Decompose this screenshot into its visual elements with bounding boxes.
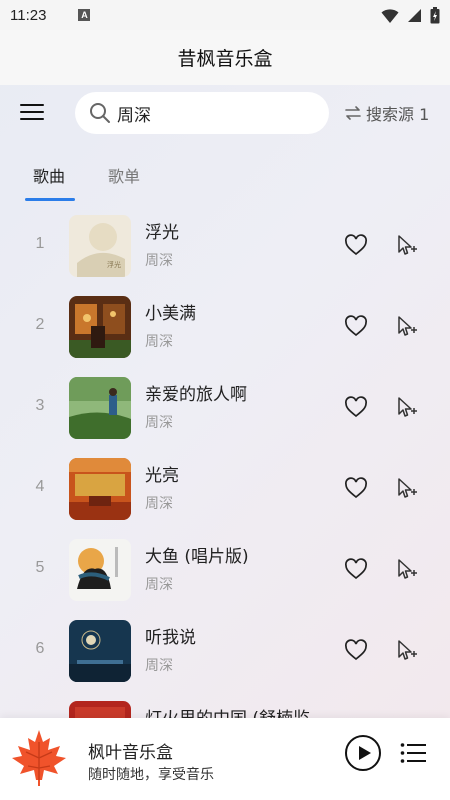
wifi-icon	[381, 8, 399, 23]
add-to-playlist-icon[interactable]	[395, 233, 419, 257]
player-title: 枫叶音乐盒	[88, 743, 173, 763]
heart-outline-icon[interactable]	[344, 315, 368, 337]
song-artist: 周深	[145, 334, 173, 350]
song-artist: 周深	[145, 415, 173, 431]
song-title: 光亮	[145, 466, 179, 486]
tab-songs[interactable]: 歌曲	[33, 163, 65, 187]
album-cover	[69, 377, 131, 439]
song-title: 听我说	[145, 628, 196, 648]
status-icons	[381, 7, 440, 24]
add-to-playlist-icon[interactable]	[395, 395, 419, 419]
heart-outline-icon[interactable]	[344, 558, 368, 580]
song-title: 亲爱的旅人啊	[145, 385, 247, 405]
play-circle-icon[interactable]	[344, 734, 382, 772]
song-index: 2	[35, 316, 45, 333]
song-title: 小美满	[145, 304, 196, 324]
song-title: 浮光	[145, 223, 179, 243]
status-time: 11:23	[10, 6, 47, 24]
search-input[interactable]	[117, 103, 307, 123]
song-row[interactable]: 4 光亮 周深	[0, 448, 450, 529]
search-source-label: 搜索源 1	[366, 105, 430, 124]
song-index: 3	[35, 397, 45, 414]
page-title: 昔枫音乐盒	[177, 48, 273, 70]
album-cover	[69, 296, 131, 358]
menu-button[interactable]	[20, 104, 44, 124]
search-box[interactable]	[75, 92, 329, 134]
status-bar: 11:23 A	[0, 0, 450, 30]
add-to-playlist-icon[interactable]	[395, 557, 419, 581]
song-index: 6	[35, 640, 45, 657]
song-row[interactable]: 2 小美满 周深	[0, 286, 450, 367]
mini-player[interactable]: 枫叶音乐盒 随时随地，享受音乐	[0, 718, 450, 800]
notification-icon: A	[78, 9, 91, 21]
swap-icon	[345, 106, 361, 120]
song-index: 5	[35, 559, 45, 576]
search-icon	[90, 103, 110, 123]
hamburger-icon	[20, 104, 44, 106]
song-row[interactable]: 6 听我说 周深	[0, 610, 450, 691]
maple-leaf-icon	[12, 730, 66, 786]
playlist-icon[interactable]	[400, 742, 426, 764]
album-cover: 浮光	[69, 215, 131, 277]
app-header: 昔枫音乐盒	[0, 30, 450, 85]
hamburger-icon	[20, 118, 44, 120]
song-title: 大鱼 (唱片版)	[145, 547, 249, 567]
song-artist: 周深	[145, 496, 173, 512]
add-to-playlist-icon[interactable]	[395, 314, 419, 338]
add-to-playlist-icon[interactable]	[395, 638, 419, 662]
song-row[interactable]: 1 浮光 浮光 周深	[0, 205, 450, 286]
heart-outline-icon[interactable]	[344, 477, 368, 499]
album-cover	[69, 539, 131, 601]
tab-bar: 歌曲 歌单	[0, 155, 450, 203]
heart-outline-icon[interactable]	[344, 639, 368, 661]
song-row[interactable]: 5 大鱼 (唱片版) 周深	[0, 529, 450, 610]
tab-indicator	[25, 198, 75, 201]
song-artist: 周深	[145, 658, 173, 674]
song-index: 4	[35, 478, 45, 495]
battery-icon	[430, 7, 440, 24]
player-subtitle: 随时随地，享受音乐	[88, 767, 214, 783]
album-cover	[69, 458, 131, 520]
heart-outline-icon[interactable]	[344, 396, 368, 418]
song-index: 1	[35, 235, 45, 252]
cell-signal-icon	[408, 9, 421, 22]
song-artist: 周深	[145, 577, 173, 593]
add-to-playlist-icon[interactable]	[395, 476, 419, 500]
song-row[interactable]: 3 亲爱的旅人啊 周深	[0, 367, 450, 448]
album-cover	[69, 620, 131, 682]
hamburger-icon	[20, 111, 44, 113]
tab-playlists[interactable]: 歌单	[108, 163, 140, 187]
search-source-button[interactable]: 搜索源 1	[344, 100, 429, 126]
song-artist: 周深	[145, 253, 173, 269]
heart-outline-icon[interactable]	[344, 234, 368, 256]
svg-text:浮光: 浮光	[107, 260, 121, 269]
